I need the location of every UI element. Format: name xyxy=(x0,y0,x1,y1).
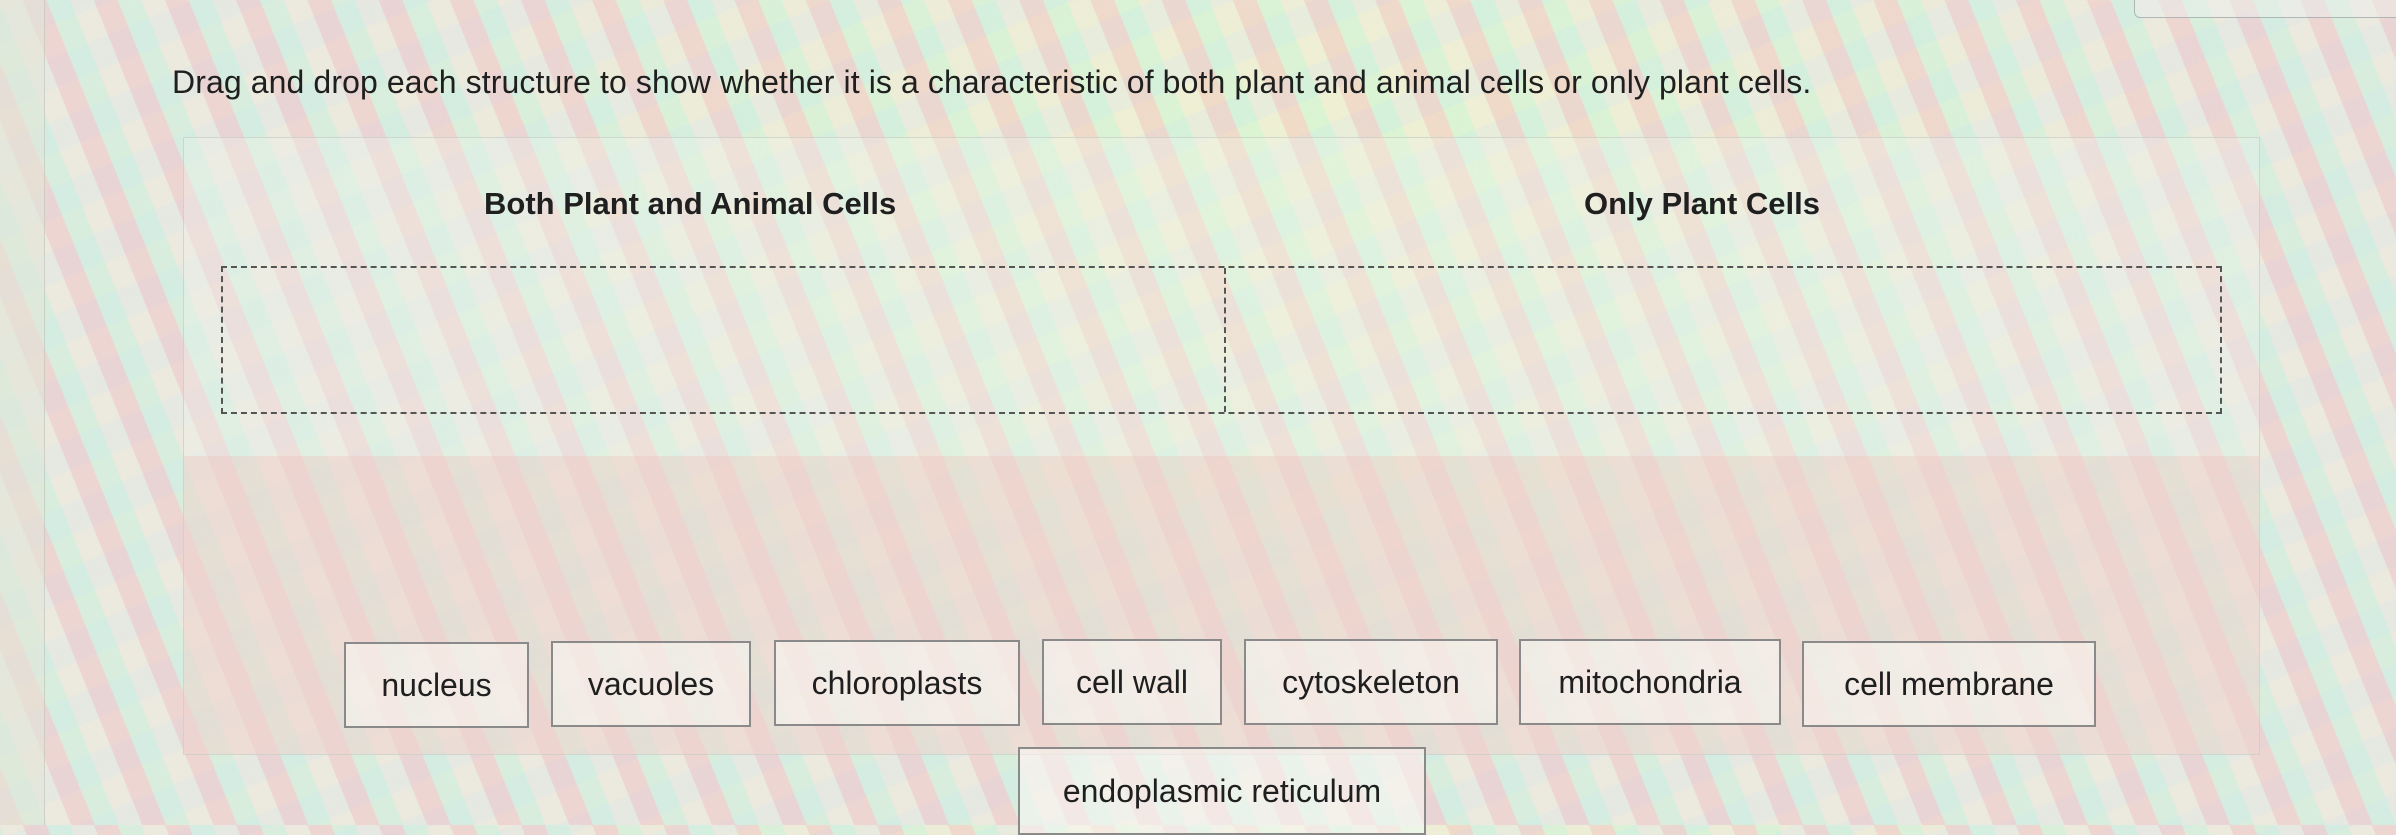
item-bank: nucleus vacuoles chloroplasts cell wall … xyxy=(184,456,2259,835)
drag-item-vacuoles[interactable]: vacuoles xyxy=(551,641,751,727)
column-heading-both: Both Plant and Animal Cells xyxy=(484,186,897,221)
drag-drop-panel: Both Plant and Animal Cells Only Plant C… xyxy=(183,137,2260,835)
page-left-margin xyxy=(0,0,45,825)
drop-zone-both[interactable] xyxy=(223,268,1223,412)
drag-item-nucleus[interactable]: nucleus xyxy=(344,642,529,728)
drag-item-endoplasmic-reticulum[interactable]: endoplasmic reticulum xyxy=(1018,747,1426,835)
column-heading-only-plant: Only Plant Cells xyxy=(1584,186,1821,221)
drop-area xyxy=(221,266,2222,414)
drag-item-chloroplasts[interactable]: chloroplasts xyxy=(774,640,1020,726)
top-right-tab[interactable] xyxy=(2134,0,2396,18)
drag-item-mitochondria[interactable]: mitochondria xyxy=(1519,639,1781,725)
drop-zone-only-plant[interactable] xyxy=(1226,268,2220,412)
drag-item-cytoskeleton[interactable]: cytoskeleton xyxy=(1244,639,1498,725)
drag-item-cell-wall[interactable]: cell wall xyxy=(1042,639,1222,725)
question-instructions: Drag and drop each structure to show whe… xyxy=(172,64,1812,100)
drag-item-cell-membrane[interactable]: cell membrane xyxy=(1802,641,2096,727)
